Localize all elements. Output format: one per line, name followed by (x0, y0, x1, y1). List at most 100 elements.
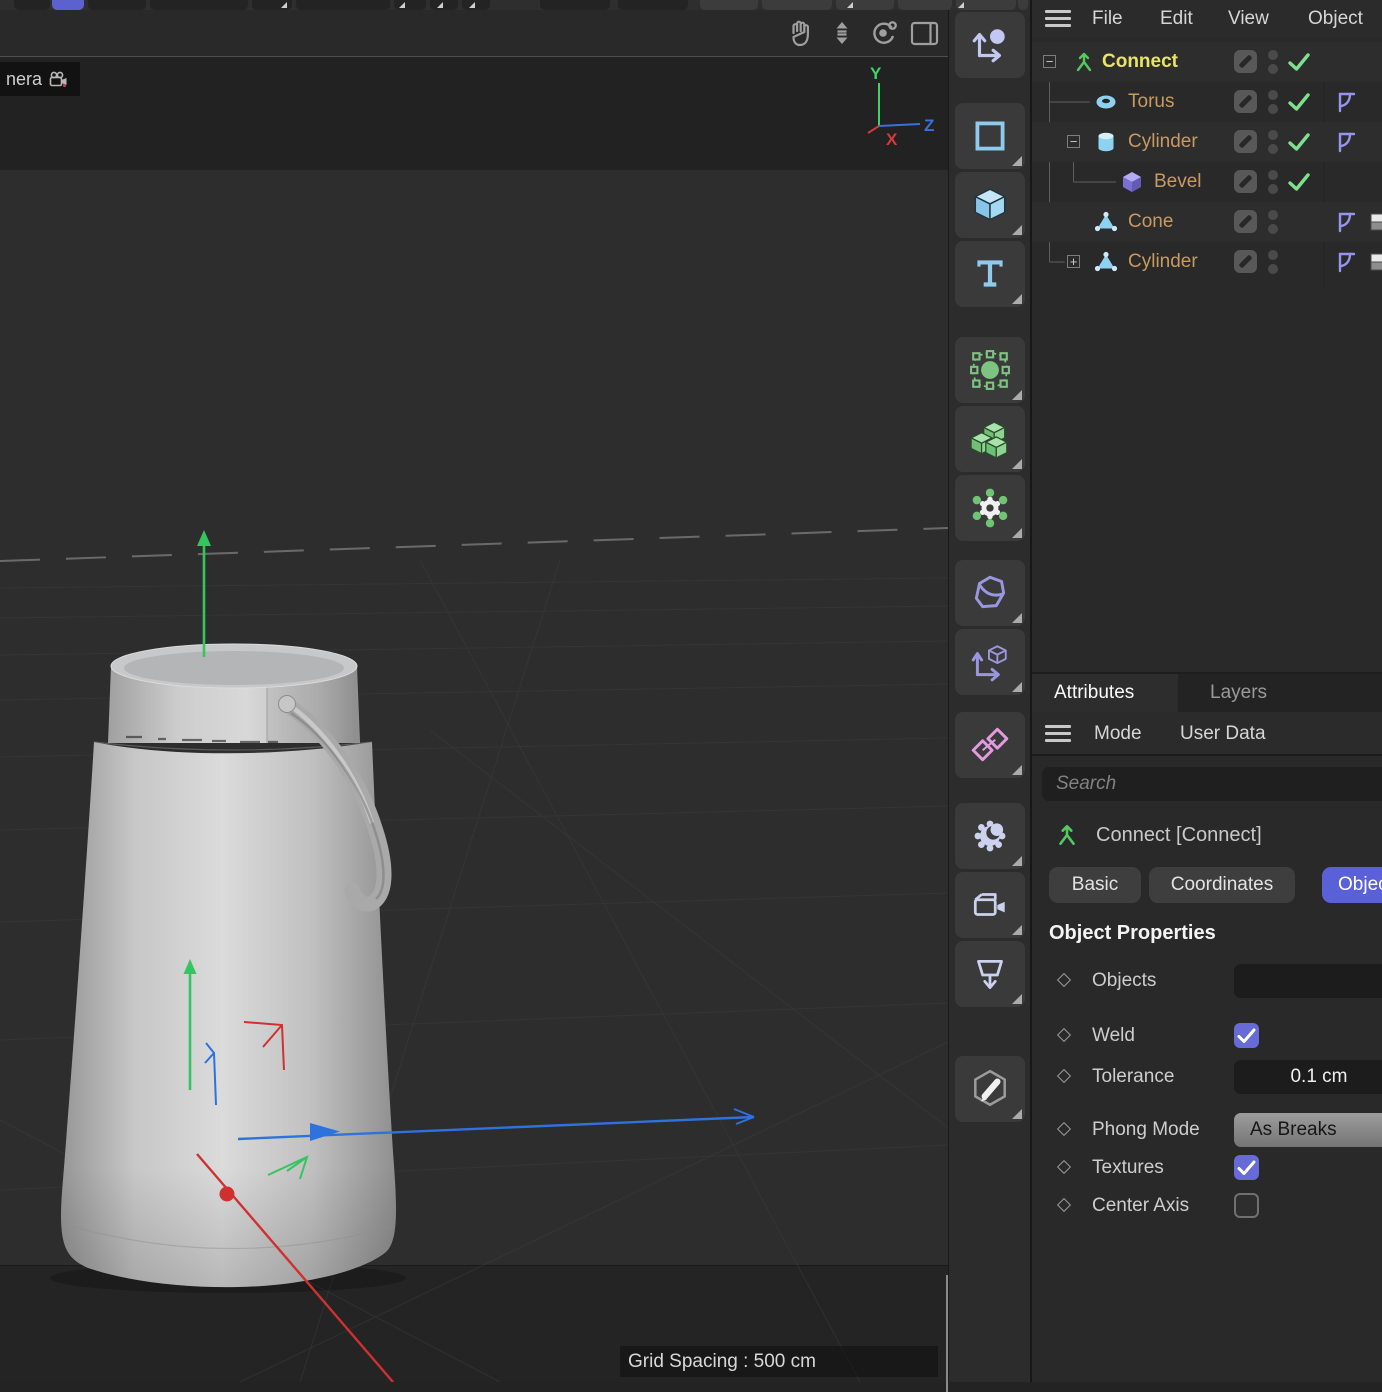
toolbar-button-cutoff[interactable] (540, 0, 610, 10)
bend-deformer-tool-button[interactable] (955, 560, 1025, 626)
cone-object-icon (1094, 251, 1118, 272)
light-tool-button[interactable] (955, 803, 1025, 869)
menu-view[interactable]: View (1228, 0, 1269, 38)
toolbar-button-cutoff[interactable] (462, 0, 490, 10)
toolbar-button-cutoff[interactable] (898, 0, 952, 10)
flyout-triangle (1012, 765, 1022, 775)
section-tab-coordinates[interactable]: Coordinates (1149, 867, 1295, 903)
toolbar-button-active-cutoff[interactable] (52, 0, 84, 10)
tree-row-cylinder-2[interactable]: − Cylinder (1032, 122, 1382, 162)
attr-menu-user-data[interactable]: User Data (1180, 712, 1266, 756)
flyout-triangle (1012, 994, 1022, 1004)
annotation-tool-button[interactable] (955, 1056, 1025, 1122)
layer-toggle[interactable] (1234, 50, 1257, 73)
tab-attributes[interactable]: Attributes (1032, 674, 1178, 714)
layer-toggle[interactable] (1234, 90, 1257, 113)
object-manager-menu-icon[interactable] (1045, 10, 1071, 27)
camera-label-chip[interactable]: nera (0, 62, 81, 96)
simulation-generator-tool-button[interactable] (955, 475, 1025, 541)
enabled-check-icon[interactable] (1287, 90, 1311, 114)
tab-layers[interactable]: Layers (1178, 674, 1382, 714)
texture-tag-icon[interactable] (1368, 210, 1382, 234)
menu-file[interactable]: File (1092, 0, 1123, 38)
toolbar-button-cutoff[interactable] (88, 0, 146, 10)
text-primitive-tool-button[interactable] (955, 241, 1025, 307)
weld-checkbox[interactable] (1234, 1023, 1259, 1048)
flyout-triangle (958, 2, 964, 8)
toolbar-button-cutoff[interactable] (1018, 0, 1028, 10)
toolbar-button-cutoff[interactable] (956, 0, 1016, 10)
move-axis-tool-button[interactable] (955, 12, 1025, 78)
pan-icon[interactable] (792, 20, 809, 47)
collapse-toggle[interactable]: − (1067, 135, 1080, 148)
toolbar-button-cutoff[interactable] (836, 0, 894, 10)
enabled-check-icon[interactable] (1287, 170, 1311, 194)
collapse-toggle[interactable]: − (1043, 55, 1056, 68)
tree-row-bevel-3[interactable]: Bevel (1032, 162, 1382, 202)
phong-tag-icon[interactable] (1334, 90, 1358, 114)
toolbar-button-cutoff[interactable] (296, 0, 390, 10)
visibility-dots[interactable] (1267, 162, 1279, 202)
search-input[interactable]: Search (1042, 767, 1382, 801)
section-tab-basic[interactable]: Basic (1049, 867, 1141, 903)
cube-primitive-tool-button[interactable] (955, 172, 1025, 238)
phong-tag-icon[interactable] (1334, 250, 1358, 274)
camera-tool-button[interactable] (955, 872, 1025, 938)
toolbar-button-cutoff[interactable] (14, 0, 50, 10)
attr-menu-mode[interactable]: Mode (1094, 712, 1142, 756)
expand-diamond-icon[interactable] (1056, 1197, 1072, 1213)
layer-toggle[interactable] (1234, 250, 1257, 273)
tree-row-cone-4[interactable]: Cone (1032, 202, 1382, 242)
menu-object[interactable]: Object (1308, 0, 1363, 38)
fields-tool-button[interactable] (955, 712, 1025, 778)
toolbar-button-cutoff[interactable] (150, 0, 248, 10)
phong-tag-icon[interactable] (1334, 210, 1358, 234)
toolbar-button-cutoff[interactable] (700, 0, 758, 10)
toolbar-button-cutoff[interactable] (762, 0, 832, 10)
layer-toggle[interactable] (1234, 210, 1257, 233)
attribute-menu-icon[interactable] (1045, 725, 1071, 742)
rectangle-spline-tool-button[interactable] (955, 103, 1025, 169)
visibility-dots[interactable] (1267, 202, 1279, 242)
subdivision-surface-tool-button[interactable] (955, 337, 1025, 403)
visibility-dots[interactable] (1267, 122, 1279, 162)
dropdown-value: As Breaks (1250, 1119, 1337, 1140)
axis-modify-tool-button[interactable] (955, 629, 1025, 695)
phong-mode-dropdown[interactable]: As Breaks (1234, 1113, 1382, 1147)
floor-icon (977, 960, 1003, 990)
textures-checkbox[interactable] (1234, 1155, 1259, 1180)
axis-x-label: X (886, 130, 898, 149)
menu-edit[interactable]: Edit (1160, 0, 1193, 38)
floor-tool-button[interactable] (955, 941, 1025, 1007)
section-tab-object[interactable]: Object (1322, 867, 1382, 903)
toolbar-button-cutoff[interactable] (618, 0, 688, 10)
layer-toggle[interactable] (1234, 170, 1257, 193)
tree-row-cylinder-5[interactable]: + Cylinder (1032, 242, 1382, 282)
phong-tag-icon[interactable] (1334, 130, 1358, 154)
layout-toggle-icon[interactable] (910, 21, 939, 46)
visibility-dots[interactable] (1267, 242, 1279, 282)
tree-row-torus-1[interactable]: Torus (1032, 82, 1382, 122)
tolerance-input[interactable]: 0.1 cm (1234, 1060, 1382, 1094)
expand-toggle[interactable]: + (1067, 255, 1080, 268)
center-axis-checkbox[interactable] (1234, 1193, 1259, 1218)
expand-diamond-icon[interactable] (1056, 972, 1072, 988)
volume-generator-tool-button[interactable] (955, 406, 1025, 472)
dolly-icon[interactable] (836, 22, 848, 44)
expand-diamond-icon[interactable] (1056, 1121, 1072, 1137)
enabled-check-icon[interactable] (1287, 130, 1311, 154)
expand-diamond-icon[interactable] (1056, 1159, 1072, 1175)
enabled-check-icon[interactable] (1287, 50, 1311, 74)
visibility-dots[interactable] (1267, 82, 1279, 122)
toolbar-button-cutoff[interactable] (430, 0, 458, 10)
layer-toggle[interactable] (1234, 130, 1257, 153)
rotate-icon[interactable] (873, 21, 897, 44)
tree-row-connect-0[interactable]: − Connect (1032, 42, 1382, 82)
objects-input[interactable] (1234, 964, 1382, 998)
expand-diamond-icon[interactable] (1056, 1068, 1072, 1084)
visibility-dots[interactable] (1267, 42, 1279, 82)
expand-diamond-icon[interactable] (1056, 1027, 1072, 1043)
cone-object-icon (1094, 211, 1118, 232)
texture-tag-icon[interactable] (1368, 250, 1382, 274)
viewport-canvas[interactable]: nera Y Z X Grid Spacing : 500 cm (0, 57, 948, 1382)
